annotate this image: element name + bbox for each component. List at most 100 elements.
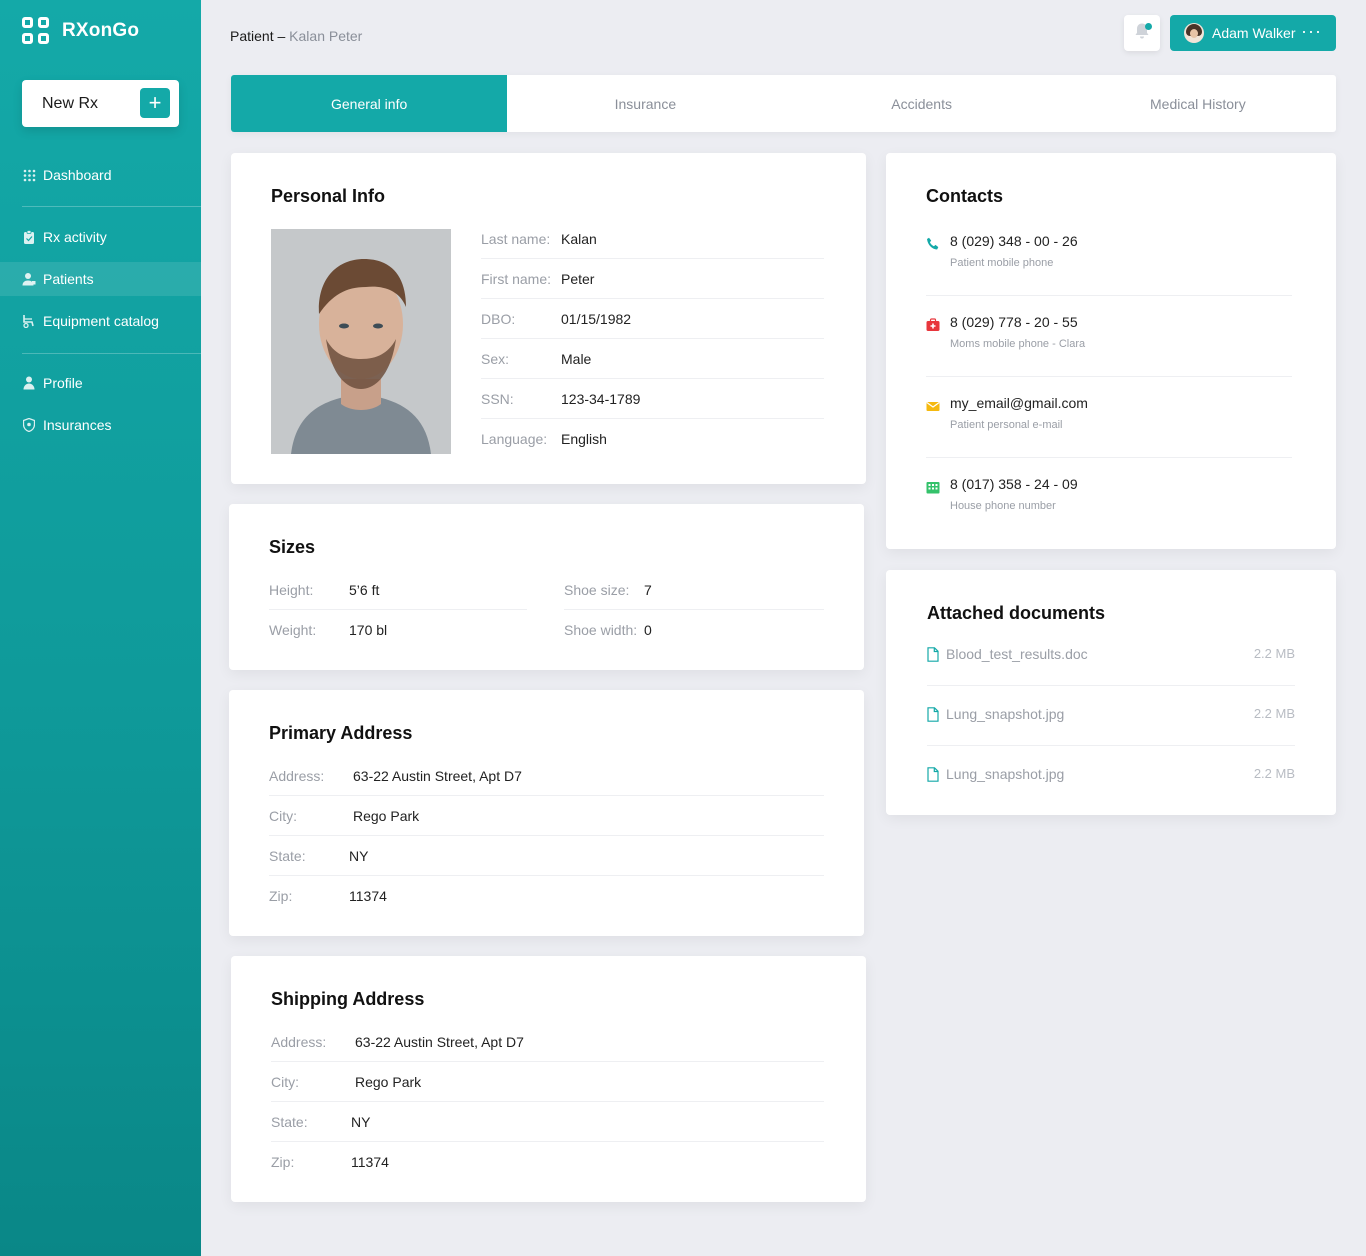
sidebar-item-label: Insurances bbox=[43, 417, 112, 433]
field-height: Height: 5’6 ft bbox=[269, 570, 527, 610]
patient-icon bbox=[22, 272, 36, 286]
clipboard-icon bbox=[22, 230, 36, 244]
field-label: City: bbox=[269, 807, 297, 824]
sidebar-item-label: Profile bbox=[43, 375, 83, 391]
medkit-icon bbox=[926, 318, 940, 332]
card-title: Contacts bbox=[926, 186, 1004, 206]
field-shoe-width: Shoe width: 0 bbox=[564, 610, 824, 650]
new-rx-label: New Rx bbox=[42, 94, 99, 112]
personal-info-card: Personal Info Last name: Kalan First nam… bbox=[231, 153, 866, 484]
document-name: Blood_test_results.doc bbox=[946, 646, 1088, 662]
sidebar-item-patients[interactable]: Patients bbox=[0, 262, 201, 296]
documents-card: Attached documents Blood_test_results.do… bbox=[886, 570, 1336, 815]
card-title: Sizes bbox=[269, 537, 316, 557]
card-title: Primary Address bbox=[269, 723, 413, 743]
tab-general-info[interactable]: General info bbox=[231, 75, 508, 132]
field-dob: DBO: 01/15/1982 bbox=[481, 299, 824, 339]
contact-label: Patient personal e-mail bbox=[950, 419, 1063, 431]
document-name: Lung_snapshot.jpg bbox=[946, 706, 1065, 722]
wheelchair-icon bbox=[22, 314, 36, 328]
contact-label: House phone number bbox=[950, 500, 1056, 512]
sidebar-item-label: Rx activity bbox=[43, 229, 107, 245]
field-value: 11374 bbox=[351, 1154, 389, 1170]
contacts-card: Contacts 8 (029) 348 - 00 - 26 Patient m… bbox=[886, 153, 1336, 549]
field-label: Sex: bbox=[481, 350, 510, 367]
tab-accidents[interactable]: Accidents bbox=[784, 75, 1060, 132]
field-city: City: Rego Park bbox=[269, 796, 824, 836]
field-state: State: NY bbox=[271, 1102, 824, 1142]
contact-item[interactable]: 8 (017) 358 - 24 - 09 House phone number bbox=[926, 458, 1292, 539]
field-label: Weight: bbox=[269, 622, 317, 638]
avatar bbox=[1184, 23, 1204, 43]
field-label: State: bbox=[269, 847, 306, 864]
contact-item[interactable]: 8 (029) 778 - 20 - 55 Moms mobile phone … bbox=[926, 296, 1292, 377]
field-label: Shoe width: bbox=[564, 622, 638, 638]
field-value: Rego Park bbox=[355, 1073, 422, 1090]
contact-value: my_email@gmail.com bbox=[950, 395, 1088, 411]
document-item[interactable]: Lung_snapshot.jpg 2.2 MB bbox=[927, 746, 1295, 806]
contact-item[interactable]: 8 (029) 348 - 00 - 26 Patient mobile pho… bbox=[926, 215, 1292, 296]
sidebar-item-profile[interactable]: Profile bbox=[0, 366, 201, 400]
plus-icon: + bbox=[140, 88, 170, 118]
field-value: 0 bbox=[644, 622, 652, 638]
tab-insurance[interactable]: Insurance bbox=[507, 75, 783, 132]
field-city: City: Rego Park bbox=[271, 1062, 824, 1102]
sidebar: RXonGo New Rx + Dashboard Rx activity Pa… bbox=[0, 0, 201, 1256]
document-item[interactable]: Blood_test_results.doc 2.2 MB bbox=[927, 626, 1295, 686]
sidebar-item-dashboard[interactable]: Dashboard bbox=[0, 158, 201, 192]
more-icon: ··· bbox=[1301, 21, 1322, 41]
sidebar-item-equipment-catalog[interactable]: Equipment catalog bbox=[0, 304, 201, 338]
field-sex: Sex: Male bbox=[481, 339, 824, 379]
field-label: Zip: bbox=[269, 888, 293, 904]
field-value: 123-34-1789 bbox=[561, 390, 641, 407]
field-label: Address: bbox=[271, 1033, 327, 1050]
notifications-button[interactable] bbox=[1124, 15, 1160, 51]
field-value: NY bbox=[351, 1113, 371, 1130]
field-value: 63-22 Austin Street, Apt D7 bbox=[353, 767, 522, 784]
field-label: SSN: bbox=[481, 390, 514, 407]
field-first-name: First name: Peter bbox=[481, 259, 824, 299]
document-item[interactable]: Lung_snapshot.jpg 2.2 MB bbox=[927, 686, 1295, 746]
field-label: Zip: bbox=[271, 1154, 295, 1170]
field-value: 7 bbox=[644, 581, 652, 598]
document-size: 2.2 MB bbox=[1253, 706, 1295, 721]
field-weight: Weight: 170 bl bbox=[269, 610, 527, 650]
field-value: 11374 bbox=[349, 888, 387, 904]
user-menu-button[interactable]: Adam Walker ··· bbox=[1170, 15, 1336, 51]
sidebar-item-insurances[interactable]: Insurances bbox=[0, 408, 201, 442]
field-address: Address: 63-22 Austin Street, Apt D7 bbox=[269, 756, 824, 796]
field-value: 5’6 ft bbox=[349, 581, 380, 598]
field-value: 170 bl bbox=[349, 622, 388, 638]
field-value: Kalan bbox=[561, 230, 597, 247]
file-icon bbox=[927, 647, 939, 667]
field-shoe-size: Shoe size: 7 bbox=[564, 570, 824, 610]
breadcrumb-separator: – bbox=[277, 28, 286, 44]
field-value: Rego Park bbox=[353, 807, 420, 824]
file-icon bbox=[927, 767, 939, 787]
new-rx-button[interactable]: New Rx + bbox=[22, 80, 179, 127]
sidebar-divider bbox=[22, 206, 201, 207]
card-title: Attached documents bbox=[927, 603, 1106, 623]
file-icon bbox=[927, 707, 939, 727]
user-icon bbox=[22, 376, 36, 390]
shield-icon bbox=[22, 418, 36, 432]
field-value: 01/15/1982 bbox=[561, 310, 632, 327]
primary-address-card: Primary Address Address: 63-22 Austin St… bbox=[229, 690, 864, 936]
contact-value: 8 (017) 358 - 24 - 09 bbox=[950, 476, 1078, 492]
sidebar-item-rx-activity[interactable]: Rx activity bbox=[0, 220, 201, 254]
field-value: Male bbox=[561, 350, 592, 367]
field-address: Address: 63-22 Austin Street, Apt D7 bbox=[271, 1022, 824, 1062]
contact-item[interactable]: my_email@gmail.com Patient personal e-ma… bbox=[926, 377, 1292, 458]
field-label: First name: bbox=[481, 270, 552, 287]
document-name: Lung_snapshot.jpg bbox=[946, 766, 1065, 782]
breadcrumb-root[interactable]: Patient bbox=[230, 28, 274, 44]
card-title: Shipping Address bbox=[271, 989, 425, 1009]
app-name: RXonGo bbox=[62, 20, 140, 41]
shipping-address-card: Shipping Address Address: 63-22 Austin S… bbox=[231, 956, 866, 1202]
app-logo[interactable]: RXonGo bbox=[22, 17, 139, 45]
sidebar-item-label: Equipment catalog bbox=[43, 313, 159, 329]
tab-medical-history[interactable]: Medical History bbox=[1060, 75, 1336, 132]
document-size: 2.2 MB bbox=[1253, 766, 1295, 781]
field-language: Language: English bbox=[481, 419, 824, 459]
tab-bar: General info Insurance Accidents Medical… bbox=[231, 75, 1336, 132]
